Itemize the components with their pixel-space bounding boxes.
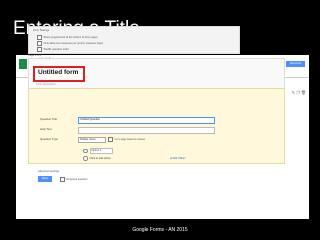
forms-logo-icon bbox=[19, 59, 27, 69]
send-form-button[interactable]: Send form bbox=[286, 61, 305, 67]
one-response-checkbox[interactable] bbox=[37, 41, 42, 46]
goto-page-checkbox[interactable] bbox=[108, 137, 113, 142]
form-title[interactable]: Untitled form bbox=[38, 69, 78, 76]
radio-icon bbox=[83, 148, 88, 153]
required-question-option: Required question bbox=[60, 177, 88, 182]
required-checkbox[interactable] bbox=[60, 177, 65, 182]
delete-icon[interactable]: 🗑 bbox=[301, 90, 306, 95]
help-text-input[interactable] bbox=[78, 127, 215, 134]
question-title-label: Question Title bbox=[40, 117, 58, 121]
option-row-add: Click to add option bbox=[83, 156, 111, 161]
form-title-highlight[interactable]: Untitled form bbox=[33, 66, 85, 82]
slide-footer: Google Forms - AN 2015 bbox=[132, 227, 188, 233]
goto-page-label: Go to page based on answer bbox=[114, 137, 146, 141]
form-description-field[interactable]: Form Description bbox=[36, 83, 56, 86]
setting-shuffle: Shuffle question order bbox=[37, 47, 69, 52]
help-text-label: Help Text bbox=[40, 127, 52, 131]
question-action-icons: ✎ ❐ 🗑 bbox=[292, 90, 306, 95]
option-1-input[interactable]: Option 1 bbox=[89, 148, 113, 154]
add-other-link[interactable]: or Add "Other" bbox=[170, 157, 186, 160]
setting-progress-bar: Show progress bar at the bottom of form … bbox=[37, 35, 98, 40]
setting-label: Show progress bar at the bottom of form … bbox=[43, 35, 98, 39]
radio-icon bbox=[83, 156, 88, 161]
add-option-field[interactable]: Click to add option bbox=[90, 157, 111, 160]
form-settings-title[interactable]: Form Settings bbox=[33, 29, 49, 32]
edit-icon[interactable]: ✎ bbox=[292, 90, 295, 95]
question-title-value[interactable]: Untitled Question bbox=[80, 118, 100, 121]
question-card bbox=[28, 88, 285, 164]
progress-bar-checkbox[interactable] bbox=[37, 35, 42, 40]
shuffle-checkbox[interactable] bbox=[37, 47, 42, 52]
goto-page-option: Go to page based on answer bbox=[108, 137, 145, 142]
duplicate-icon[interactable]: ❐ bbox=[296, 90, 300, 95]
page-label: Page 1 of 1 bbox=[28, 54, 42, 57]
option-row-1: Option 1 bbox=[83, 148, 113, 154]
question-type-label: Question Type bbox=[40, 137, 58, 141]
setting-label: Shuffle question order bbox=[43, 47, 69, 51]
question-type-select[interactable]: Multiple choice bbox=[78, 137, 106, 143]
advanced-settings-link[interactable]: Advanced settings bbox=[38, 170, 59, 173]
setting-label: Only allow one response per person (requ… bbox=[43, 41, 104, 45]
setting-one-response: Only allow one response per person (requ… bbox=[37, 41, 103, 46]
required-label: Required question bbox=[66, 177, 88, 181]
done-button[interactable]: Done bbox=[38, 176, 52, 182]
form-settings-panel: Form Settings Show progress bar at the b… bbox=[28, 26, 240, 54]
